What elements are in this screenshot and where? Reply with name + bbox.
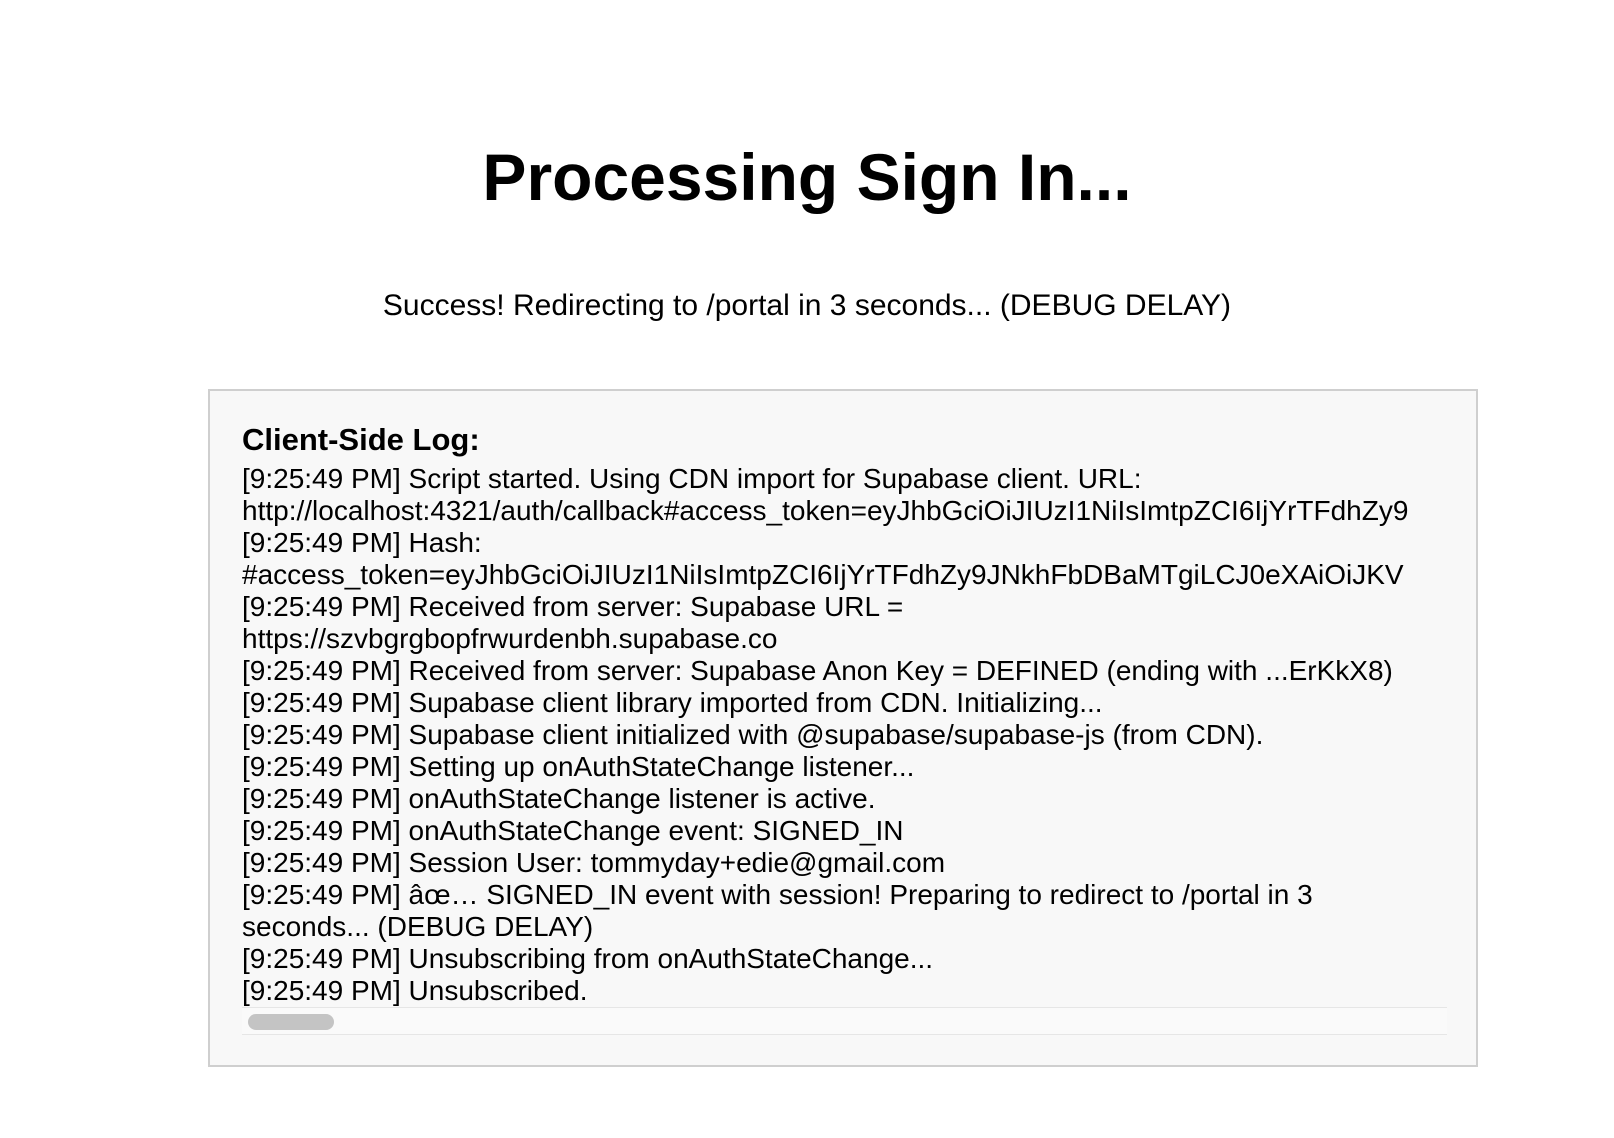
client-log-panel: Client-Side Log: [9:25:49 PM] Script sta… [208,389,1478,1067]
log-line: [9:25:49 PM] Setting up onAuthStateChang… [242,751,915,782]
log-line: [9:25:49 PM] Supabase client library imp… [242,687,1103,718]
scrollbar-thumb[interactable] [248,1014,334,1030]
log-line: [9:25:49 PM] Session User: tommyday+edie… [242,847,946,878]
log-line: [9:25:49 PM] Script started. Using CDN i… [242,463,1142,494]
log-line: seconds... (DEBUG DELAY) [242,911,594,942]
log-line: [9:25:49 PM] Unsubscribed. [242,975,588,1006]
page: Processing Sign In... Success! Redirecti… [0,0,1614,1138]
log-line: #access_token=eyJhbGciOiJIUzI1NiIsImtpZC… [242,559,1404,590]
log-heading: Client-Side Log: [242,422,480,457]
log-line: [9:25:49 PM] onAuthStateChange listener … [242,783,876,814]
log-line: http://localhost:4321/auth/callback#acce… [242,495,1409,526]
log-line: [9:25:49 PM] onAuthStateChange event: SI… [242,815,904,846]
log-line: [9:25:49 PM] Supabase client initialized… [242,719,1264,750]
log-line: https://szvbgrgbopfrwurdenbh.supabase.co [242,623,778,654]
log-scroll-area[interactable]: [9:25:49 PM] Script started. Using CDN i… [242,463,1447,1027]
log-line: [9:25:49 PM] Received from server: Supab… [242,591,904,622]
log-line: [9:25:49 PM] âœ… SIGNED_IN event with se… [242,879,1313,910]
log-line: [9:25:49 PM] Unsubscribing from onAuthSt… [242,943,934,974]
log-line: [9:25:49 PM] Received from server: Supab… [242,655,1393,686]
page-title: Processing Sign In... [482,140,1132,214]
log-lines: [9:25:49 PM] Script started. Using CDN i… [242,463,1447,1007]
log-line: [9:25:49 PM] Hash: [242,527,482,558]
status-message: Success! Redirecting to /portal in 3 sec… [382,289,1232,322]
horizontal-scrollbar[interactable] [242,1007,1447,1035]
